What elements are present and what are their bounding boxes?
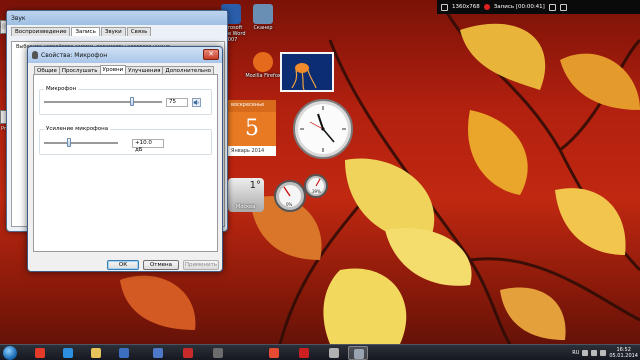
taskbar-date: 05.01.2014: [609, 353, 638, 359]
taskbar-app-tool[interactable]: [324, 346, 344, 360]
apply-button[interactable]: Применить: [183, 260, 219, 270]
taskbar-app-recorder[interactable]: [208, 346, 228, 360]
recorder-icon: [213, 348, 223, 358]
language-indicator[interactable]: RU: [572, 350, 579, 356]
taskbar-app-opera[interactable]: [294, 346, 314, 360]
taskbar-app-ie[interactable]: [58, 346, 78, 360]
yandex-icon: [35, 348, 45, 358]
stop-icon[interactable]: [559, 3, 567, 11]
firefox-icon: [253, 52, 273, 72]
volume-icon[interactable]: [600, 350, 607, 356]
taskbar-app-media-player[interactable]: [114, 346, 134, 360]
taskbar-clock[interactable]: 16:52 05.01.2014: [609, 347, 638, 359]
media-player-icon: [119, 348, 129, 358]
taskbar-app-yandex-browser[interactable]: [264, 346, 284, 360]
slider-thumb[interactable]: [130, 97, 134, 106]
microphone-boost-group: Усиление микрофона +10.0 дБ: [39, 126, 212, 155]
calendar-month: Январь 2014: [228, 146, 276, 156]
microphone-volume-slider[interactable]: [44, 97, 162, 106]
sound-window-titlebar[interactable]: Звук: [7, 11, 227, 25]
opera-icon: [299, 348, 309, 358]
jellyfish-image: [291, 63, 317, 91]
slider-thumb[interactable]: [67, 138, 71, 147]
close-button[interactable]: ✕: [203, 49, 219, 60]
sound-window-title: Звук: [11, 14, 26, 22]
calendar-gadget[interactable]: воскресенье 5 Январь 2014: [228, 100, 276, 162]
ie-icon: [63, 348, 73, 358]
taskbar-app-windows-media[interactable]: [148, 346, 168, 360]
slider-track: [44, 101, 162, 103]
recorder-window-icon[interactable]: [441, 3, 448, 11]
ram-value: 39%: [312, 189, 321, 194]
tab-sounds[interactable]: Звуки: [100, 27, 126, 36]
recorder-status: Запись [00:00:41]: [493, 4, 545, 10]
start-button[interactable]: [3, 346, 17, 360]
flag-icon[interactable]: [582, 350, 589, 356]
windows-media-icon: [153, 348, 163, 358]
microphone-properties-dialog: Свойства: Микрофон ✕ Общие Прослушать Ур…: [27, 46, 223, 272]
taskbar-app-yandex[interactable]: [30, 346, 50, 360]
desktop-icon-firefox[interactable]: Mozilla Firefox: [244, 52, 282, 79]
taskbar: RU 16:52 05.01.2014: [0, 344, 640, 360]
scanner-icon: [253, 4, 273, 24]
clock-gadget[interactable]: [292, 98, 354, 160]
taskbar-app-explorer[interactable]: [86, 346, 106, 360]
camera-icon: [183, 348, 193, 358]
cpu-value: 0%: [286, 202, 293, 207]
microphone-group: Микрофон 75: [39, 86, 212, 115]
weather-gadget[interactable]: 1° Москва: [228, 178, 264, 212]
microphone-label: Микрофон: [44, 86, 79, 92]
ok-button[interactable]: ОК: [107, 260, 139, 270]
taskbar-app-camera[interactable]: [178, 346, 198, 360]
network-icon[interactable]: [591, 350, 598, 356]
desktop-icon-scanner[interactable]: Сканер: [244, 4, 282, 31]
tool-icon: [329, 348, 339, 358]
system-tray: RU 16:52 05.01.2014: [572, 345, 638, 360]
tab-communications[interactable]: Связь: [126, 27, 152, 36]
boost-label: Усиление микрофона: [44, 126, 111, 132]
cpu-meter-gadget[interactable]: 0% 39%: [270, 172, 330, 214]
microphone-boost-slider[interactable]: [44, 138, 118, 147]
slideshow-gadget[interactable]: [280, 52, 334, 92]
levels-panel: Микрофон 75 Усиление микрофона +10.0 дБ: [33, 74, 218, 252]
sound-tabs: Воспроизведение Запись Звуки Связь: [7, 25, 227, 36]
weather-temperature: 1°: [249, 180, 261, 191]
screen-recorder-bar: 1360x768 Запись [00:00:41]: [437, 0, 640, 14]
calendar-weekday: воскресенье: [228, 100, 276, 112]
record-icon[interactable]: [483, 4, 490, 10]
microphone-icon: [32, 51, 38, 59]
dialog-title: Свойства: Микрофон: [41, 51, 108, 59]
explorer-icon: [91, 348, 101, 358]
speaker-icon: [193, 99, 199, 106]
microphone-level-field[interactable]: 75: [166, 98, 188, 107]
tab-playback[interactable]: Воспроизведение: [11, 27, 71, 36]
boost-value: +10.0 дБ: [132, 139, 164, 153]
sound-icon: [354, 349, 364, 359]
recorder-resolution: 1360x768: [452, 4, 480, 10]
slider-track: [44, 142, 118, 144]
tab-recording[interactable]: Запись: [71, 27, 100, 36]
taskbar-app-sound[interactable]: [348, 346, 368, 360]
yandex-browser-icon: [269, 348, 279, 358]
mute-button[interactable]: [192, 98, 201, 107]
dialog-titlebar[interactable]: Свойства: Микрофон ✕: [28, 47, 222, 63]
calendar-day: 5: [228, 112, 276, 146]
pause-icon[interactable]: [548, 3, 556, 11]
cancel-button[interactable]: Отмена: [143, 260, 179, 270]
weather-city: Москва: [236, 204, 256, 210]
